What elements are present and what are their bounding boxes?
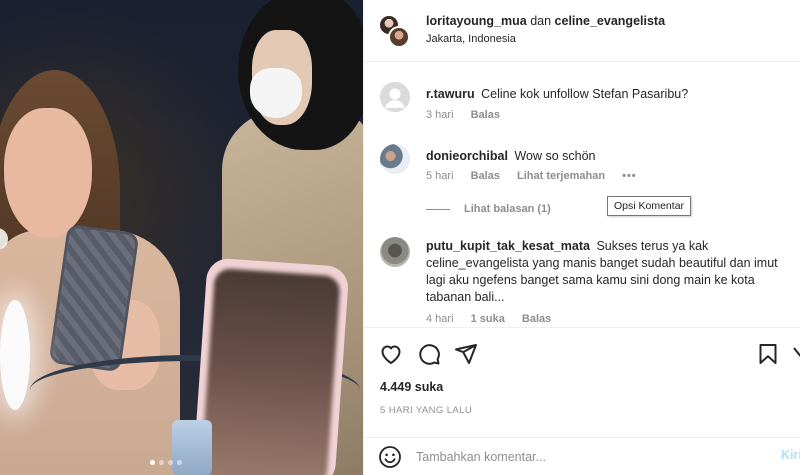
photo-ring-light [0, 300, 30, 410]
reply-button[interactable]: Balas [522, 313, 551, 325]
comment-time[interactable]: 5 hari [426, 170, 454, 182]
reply-button[interactable]: Balas [471, 170, 500, 182]
emoji-icon[interactable] [378, 445, 402, 469]
author-avatars[interactable] [378, 14, 412, 48]
comment-username[interactable]: r.tawuru [426, 87, 475, 101]
post-authors: loritayoung_mua dan celine_evangelista [426, 14, 665, 28]
author-connector: dan [530, 14, 552, 28]
translate-button[interactable]: Lihat terjemahan [517, 170, 605, 182]
comment-text: r.tawuru Celine kok unfollow Stefan Pasa… [426, 86, 800, 103]
post-photo[interactable] [0, 0, 363, 475]
post-header: loritayoung_mua dan celine_evangelista J… [364, 0, 800, 62]
photo-face-mask [250, 68, 302, 118]
comment-username[interactable]: putu_kupit_tak_kesat_mata [426, 239, 590, 253]
comment-composer: Kirim [364, 437, 800, 475]
bookmark-icon[interactable] [756, 342, 780, 366]
carousel-dot [168, 460, 173, 465]
carousel-dot [159, 460, 164, 465]
coauthor-link[interactable]: celine_evangelista [555, 14, 665, 28]
share-icon[interactable] [454, 342, 478, 366]
comment-likes[interactable]: 1 suka [471, 313, 505, 325]
comment-time[interactable]: 3 hari [426, 109, 454, 121]
comment-icon[interactable] [417, 342, 441, 366]
more-share-icon[interactable] [790, 342, 800, 366]
default-avatar-icon [380, 82, 410, 112]
post-sidebar: loritayoung_mua dan celine_evangelista J… [363, 0, 800, 475]
comment-options-tooltip: Opsi Komentar [607, 196, 692, 216]
more-options-icon[interactable]: ••• [622, 170, 637, 182]
carousel-dot [177, 460, 182, 465]
photo-foreground-phone [192, 257, 350, 475]
likes-count[interactable]: 4.449 suka [380, 380, 443, 394]
comment-content: Celine kok unfollow Stefan Pasaribu? [481, 87, 689, 101]
comment-content: Wow so schön [514, 149, 596, 163]
comment-meta: 5 hari Balas Lihat terjemahan ••• [426, 170, 651, 182]
photo-model-face [4, 108, 92, 238]
carousel-dot [150, 460, 155, 465]
comment-time[interactable]: 4 hari [426, 313, 454, 325]
avatar[interactable] [380, 237, 410, 267]
post-date[interactable]: 5 HARI YANG LALU [380, 405, 472, 416]
comment-username[interactable]: donieorchibal [426, 149, 508, 163]
comment-meta: 4 hari 1 suka Balas [426, 313, 565, 325]
post-location[interactable]: Jakarta, Indonesia [426, 33, 516, 45]
replies-divider [426, 208, 450, 210]
author-link[interactable]: loritayoung_mua [426, 14, 527, 28]
photo-glass [172, 420, 212, 475]
comment-input[interactable] [416, 447, 746, 467]
comments-list[interactable]: r.tawuru Celine kok unfollow Stefan Pasa… [364, 62, 800, 327]
avatar[interactable] [380, 82, 410, 112]
comment-text: donieorchibal Wow so schön [426, 148, 800, 165]
heart-icon[interactable] [379, 342, 403, 366]
avatar[interactable] [380, 144, 410, 174]
carousel-dots [150, 460, 182, 465]
comment-text: putu_kupit_tak_kesat_mata Sukses terus y… [426, 238, 800, 306]
reply-button[interactable]: Balas [471, 109, 500, 121]
post-comment-button[interactable]: Kirim [781, 448, 800, 462]
view-replies-label: Lihat balasan (1) [464, 203, 551, 215]
avatar[interactable] [388, 26, 410, 48]
view-replies-button[interactable]: Lihat balasan (1) [426, 203, 551, 215]
post-actions: 4.449 suka 5 HARI YANG LALU [364, 327, 800, 437]
comment-meta: 3 hari Balas [426, 109, 514, 121]
